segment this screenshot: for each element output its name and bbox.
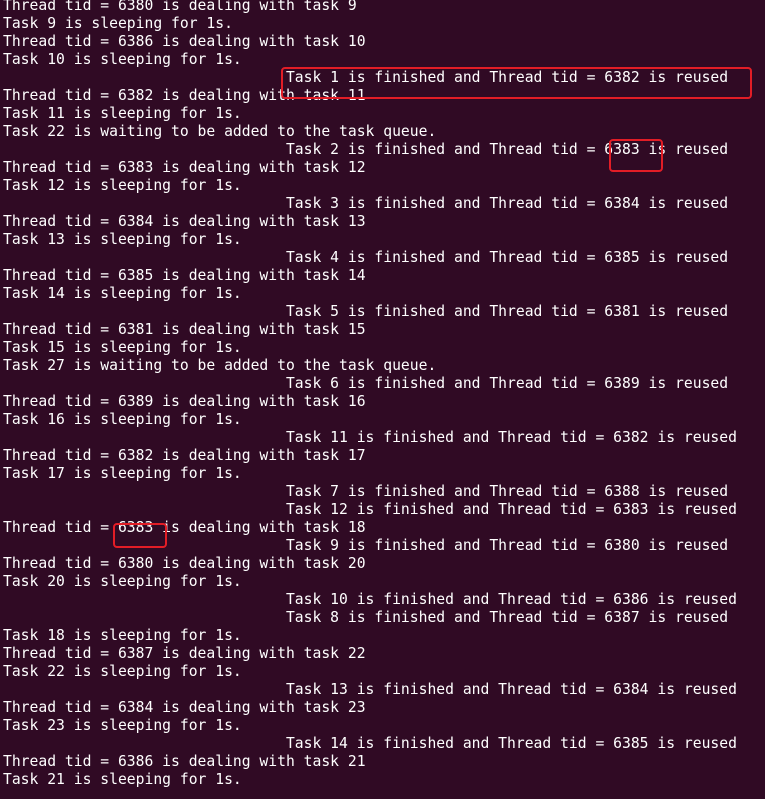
terminal-output: Thread tid = 6380 is dealing with task 9… bbox=[3, 0, 737, 789]
terminal-line: Task 11 is sleeping for 1s. bbox=[3, 105, 242, 122]
terminal-line: Task 13 is sleeping for 1s. bbox=[3, 231, 242, 248]
terminal-line: Thread tid = 6380 is dealing with task 2… bbox=[3, 555, 366, 572]
terminal-line: Task 9 is sleeping for 1s. bbox=[3, 15, 233, 32]
highlight-box-tid-6383-dealing bbox=[113, 523, 167, 548]
terminal-line: Task 3 is finished and Thread tid = 6384… bbox=[3, 195, 729, 212]
terminal-line: Thread tid = 6387 is dealing with task 2… bbox=[3, 645, 366, 662]
terminal-line: Task 20 is sleeping for 1s. bbox=[3, 573, 242, 590]
terminal-line: Thread tid = 6386 is dealing with task 1… bbox=[3, 33, 366, 50]
highlight-box-tid-6383-reused bbox=[609, 139, 663, 172]
terminal-line: Task 17 is sleeping for 1s. bbox=[3, 465, 242, 482]
terminal-window[interactable]: Thread tid = 6380 is dealing with task 9… bbox=[0, 0, 765, 799]
highlight-box-task1-line bbox=[281, 67, 752, 99]
terminal-line: Task 8 is finished and Thread tid = 6387… bbox=[3, 609, 729, 626]
terminal-line: Task 6 is finished and Thread tid = 6389… bbox=[3, 375, 729, 392]
terminal-line: Thread tid = 6385 is dealing with task 1… bbox=[3, 267, 366, 284]
terminal-line: Thread tid = 6389 is dealing with task 1… bbox=[3, 393, 366, 410]
terminal-line: Task 14 is sleeping for 1s. bbox=[3, 285, 242, 302]
terminal-line: Task 12 is sleeping for 1s. bbox=[3, 177, 242, 194]
terminal-line: Task 13 is finished and Thread tid = 638… bbox=[3, 681, 737, 698]
terminal-line: Thread tid = 6384 is dealing with task 2… bbox=[3, 699, 366, 716]
terminal-line: Thread tid = 6384 is dealing with task 1… bbox=[3, 213, 366, 230]
terminal-line: Task 4 is finished and Thread tid = 6385… bbox=[3, 249, 729, 266]
terminal-line: Task 22 is sleeping for 1s. bbox=[3, 663, 242, 680]
terminal-line: Task 23 is sleeping for 1s. bbox=[3, 717, 242, 734]
terminal-line: Thread tid = 6382 is dealing with task 1… bbox=[3, 447, 366, 464]
terminal-line: Thread tid = 6380 is dealing with task 9 bbox=[3, 0, 357, 14]
terminal-line: Thread tid = 6381 is dealing with task 1… bbox=[3, 321, 366, 338]
terminal-line: Thread tid = 6386 is dealing with task 2… bbox=[3, 753, 366, 770]
terminal-line: Task 10 is finished and Thread tid = 638… bbox=[3, 591, 737, 608]
terminal-line: Task 16 is sleeping for 1s. bbox=[3, 411, 242, 428]
terminal-line: Task 7 is finished and Thread tid = 6388… bbox=[3, 483, 729, 500]
terminal-line: Task 5 is finished and Thread tid = 6381… bbox=[3, 303, 729, 320]
terminal-line: Task 11 is finished and Thread tid = 638… bbox=[3, 429, 737, 446]
terminal-line: Task 14 is finished and Thread tid = 638… bbox=[3, 735, 737, 752]
terminal-line: Task 18 is sleeping for 1s. bbox=[3, 627, 242, 644]
terminal-line: Task 27 is waiting to be added to the ta… bbox=[3, 357, 437, 374]
terminal-line: Task 12 is finished and Thread tid = 638… bbox=[3, 501, 737, 518]
terminal-line: Task 21 is sleeping for 1s. bbox=[3, 771, 242, 788]
terminal-line: Task 15 is sleeping for 1s. bbox=[3, 339, 242, 356]
